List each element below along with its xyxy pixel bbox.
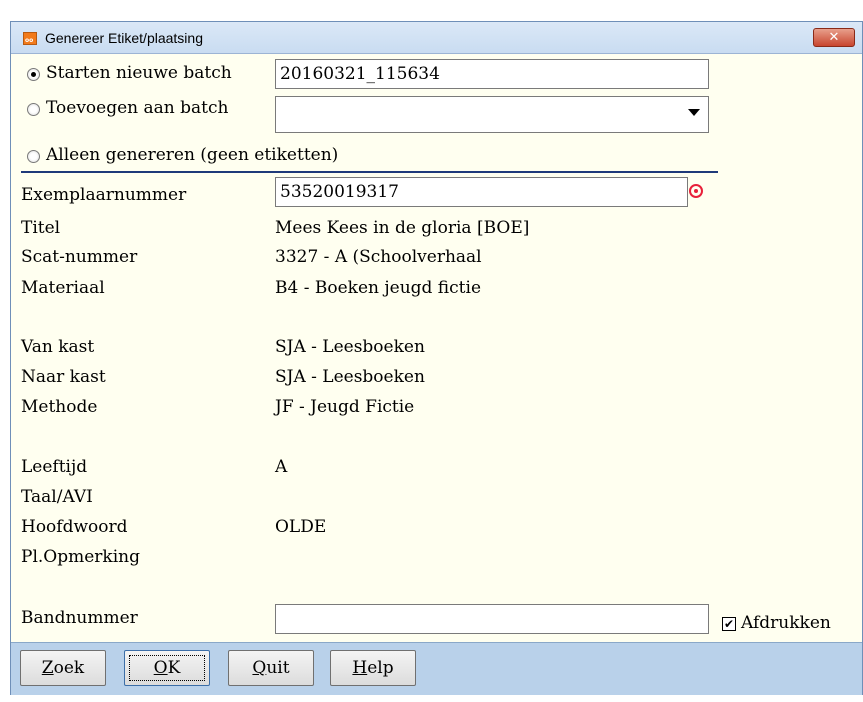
quit-button-mnemonic: Q xyxy=(252,658,267,678)
ok-button[interactable]: OK xyxy=(124,650,210,686)
button-bar: Zoek OK Quit Help xyxy=(11,642,862,695)
help-button[interactable]: Help xyxy=(330,650,416,686)
quit-button[interactable]: Quit xyxy=(228,650,314,686)
section-separator xyxy=(21,171,718,173)
close-button[interactable]: ✕ xyxy=(813,28,855,47)
van-kast-label: Van kast xyxy=(21,337,95,357)
zoek-button-label: oek xyxy=(53,658,85,678)
help-button-label: elp xyxy=(367,658,394,678)
titel-value: Mees Kees in de gloria [BOE] xyxy=(275,218,530,238)
afdrukken-label[interactable]: Afdrukken xyxy=(741,613,831,633)
radio-add-batch[interactable] xyxy=(27,103,40,116)
zoek-button[interactable]: Zoek xyxy=(20,650,106,686)
target-icon[interactable] xyxy=(689,184,703,198)
bandnummer-label: Bandnummer xyxy=(21,608,138,628)
radio-generate-only[interactable] xyxy=(27,150,40,163)
hoofdwoord-label: Hoofdwoord xyxy=(21,517,128,537)
new-batch-field[interactable]: 20160321_115634 xyxy=(275,59,709,89)
radio-new-batch[interactable] xyxy=(27,68,40,81)
leeftijd-label: Leeftijd xyxy=(21,457,88,477)
scat-value: 3327 - A (Schoolverhaal xyxy=(275,247,482,267)
naar-kast-label: Naar kast xyxy=(21,367,106,387)
van-kast-value: SJA - Leesboeken xyxy=(275,337,425,357)
chevron-down-icon[interactable] xyxy=(688,109,700,116)
dialog-window: oo Genereer Etiket/plaatsing ✕ Starten n… xyxy=(10,21,863,695)
exemplaar-label: Exemplaarnummer xyxy=(21,185,187,205)
materiaal-label: Materiaal xyxy=(21,278,105,298)
add-batch-select[interactable] xyxy=(275,96,709,133)
help-button-mnemonic: H xyxy=(352,658,368,678)
ok-button-focus-ring xyxy=(129,655,205,681)
window-title: Genereer Etiket/plaatsing xyxy=(45,30,203,46)
naar-kast-value: SJA - Leesboeken xyxy=(275,367,425,387)
radio-new-batch-label[interactable]: Starten nieuwe batch xyxy=(46,63,232,83)
zoek-button-mnemonic: Z xyxy=(41,658,54,678)
methode-value: JF - Jeugd Fictie xyxy=(275,397,415,417)
radio-add-batch-label[interactable]: Toevoegen aan batch xyxy=(46,98,228,118)
radio-generate-only-label[interactable]: Alleen genereren (geen etiketten) xyxy=(46,145,338,165)
app-icon: oo xyxy=(23,32,37,45)
exemplaar-field[interactable]: 53520019317 xyxy=(275,177,688,207)
afdrukken-checkbox[interactable]: ✔ xyxy=(722,617,736,631)
opmerking-label: Pl.Opmerking xyxy=(21,547,140,567)
bandnummer-field[interactable] xyxy=(275,604,709,634)
quit-button-label: uit xyxy=(266,658,290,678)
titel-label: Titel xyxy=(21,218,61,238)
title-bar[interactable]: oo Genereer Etiket/plaatsing ✕ xyxy=(11,22,862,54)
methode-label: Methode xyxy=(21,397,98,417)
taal-label: Taal/AVI xyxy=(21,487,93,507)
leeftijd-value: A xyxy=(275,457,288,477)
scat-label: Scat-nummer xyxy=(21,247,138,267)
materiaal-value: B4 - Boeken jeugd fictie xyxy=(275,278,482,298)
hoofdwoord-value: OLDE xyxy=(275,517,327,537)
